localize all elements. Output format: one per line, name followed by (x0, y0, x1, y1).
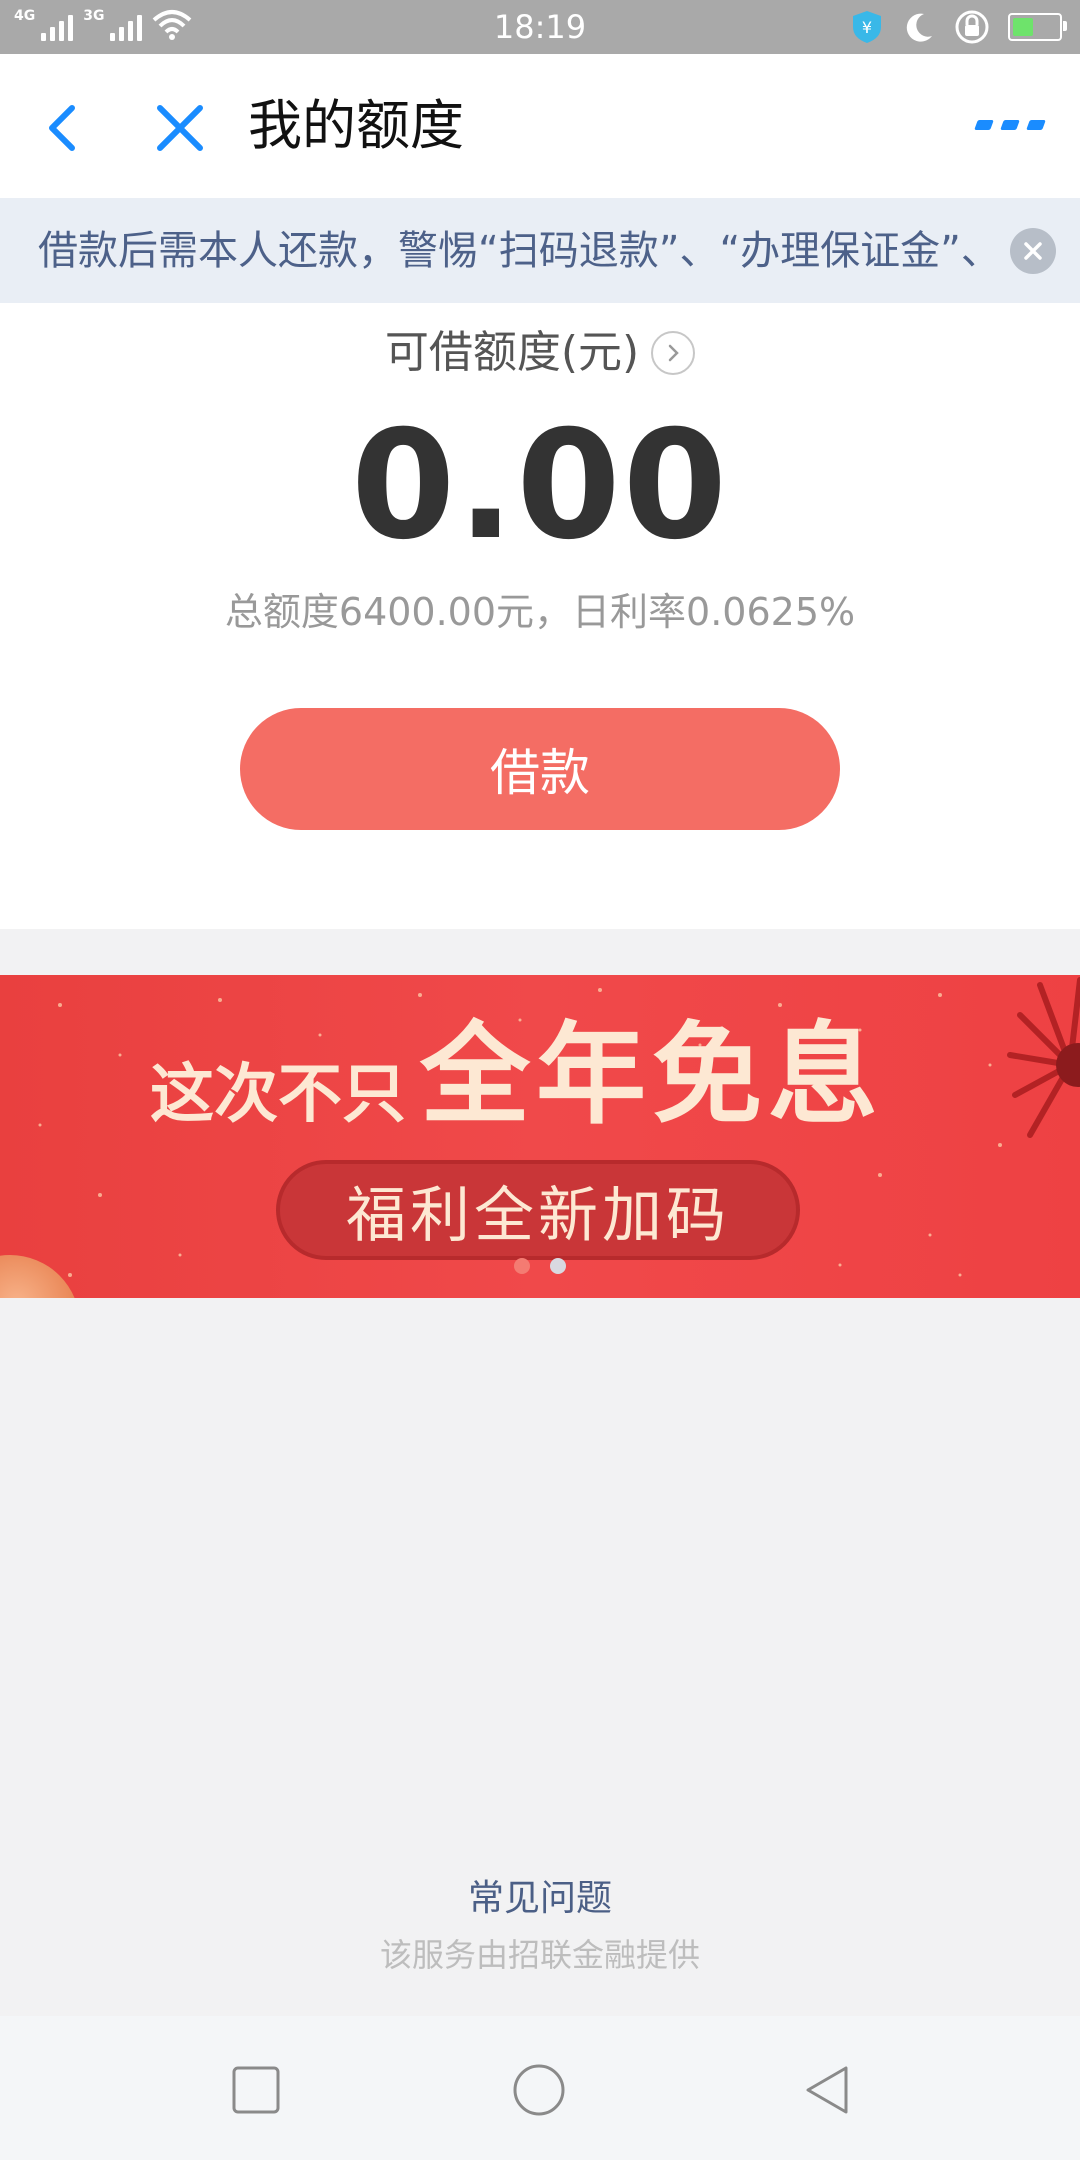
faq-link[interactable]: 常见问题 (0, 1874, 1080, 1924)
back-icon[interactable] (800, 2062, 856, 2118)
banner-headline-big: 全年免息 (420, 1011, 884, 1139)
quota-label-row[interactable]: 可借额度(元) (0, 323, 1080, 383)
quota-label: 可借额度(元) (384, 327, 640, 378)
promo-banner[interactable]: 这次不只 全年免息 福利全新加码 (0, 975, 1080, 1298)
banner-pill: 福利全新加码 (276, 1160, 800, 1260)
title-bar: 我的额度 (0, 54, 1080, 199)
svg-text:¥: ¥ (862, 18, 872, 37)
rotation-lock-icon (955, 10, 989, 44)
borrow-button[interactable]: 借款 (240, 708, 840, 830)
page-title: 我的额度 (248, 94, 464, 157)
notice-close-icon[interactable] (1010, 228, 1056, 274)
provider-note: 该服务由招联金融提供 (379, 1936, 700, 1974)
warning-notice-bar: 借款后需本人还款，警惕“扫码退款”、“办理保证金”、 (0, 198, 1080, 303)
status-right: ¥ (850, 8, 1067, 46)
quota-card: 可借额度(元) 0.00 总额度6400.00元，日利率0.0625% 借款 (0, 303, 1080, 929)
available-amount: 0.00 (350, 399, 730, 573)
back-arrow-icon[interactable] (36, 98, 96, 158)
flower-decoration (1007, 977, 1080, 1138)
security-shield-icon: ¥ (853, 11, 881, 43)
battery-icon (1008, 13, 1067, 41)
notice-text: 借款后需本人还款，警惕“扫码退款”、“办理保证金”、 (38, 228, 998, 274)
home-icon[interactable] (511, 2062, 567, 2118)
chevron-right-icon[interactable] (651, 331, 696, 375)
carousel-dot[interactable] (514, 1258, 530, 1274)
banner-pill-text: 福利全新加码 (346, 1180, 730, 1251)
recent-apps-icon[interactable] (228, 2062, 284, 2118)
banner-headline: 这次不只 全年免息 (150, 1015, 884, 1135)
carousel-dot[interactable] (550, 1258, 566, 1274)
close-icon[interactable] (150, 98, 210, 158)
banner-headline-small: 这次不只 (150, 1058, 406, 1132)
system-nav-bar (0, 2016, 1080, 2160)
quota-summary: 总额度6400.00元，日利率0.0625% (224, 590, 856, 634)
do-not-disturb-moon-icon (906, 13, 932, 42)
carousel-indicator (0, 1258, 1080, 1274)
more-options-icon[interactable] (974, 120, 1046, 130)
status-bar: 4G 3G 18:19 ¥ (0, 0, 1080, 54)
